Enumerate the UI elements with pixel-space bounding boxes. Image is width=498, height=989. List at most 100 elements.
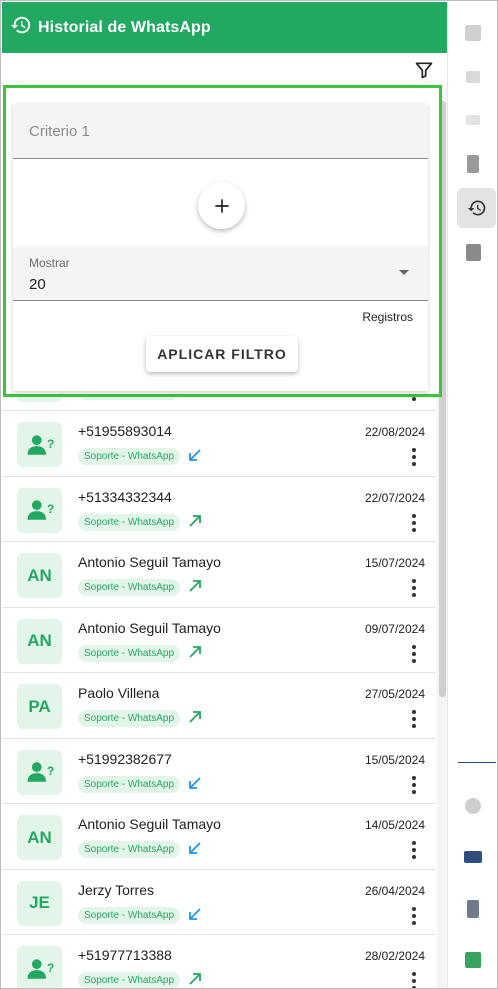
channel-tag: Soporte - WhatsApp bbox=[78, 972, 181, 988]
filter-panel: Criterio 1 Mostrar 20 Registros APLICAR … bbox=[3, 85, 442, 397]
show-label: Mostrar bbox=[29, 256, 70, 270]
conversation-list: Soporte - WhatsApp? +51955893014 Soporte -… bbox=[2, 346, 436, 988]
app-frame: Historial de WhatsApp Soporte - WhatsApp… bbox=[0, 0, 498, 989]
more-options-icon[interactable] bbox=[409, 513, 419, 532]
app-icon bbox=[465, 952, 481, 968]
rail-item-9[interactable] bbox=[459, 895, 487, 923]
channel-tag: Soporte - WhatsApp bbox=[78, 841, 181, 858]
more-options-icon[interactable] bbox=[409, 906, 419, 925]
unknown-user-icon: ? bbox=[17, 749, 62, 795]
message-date: 15/07/2024 bbox=[364, 556, 425, 570]
rail-item-6[interactable] bbox=[459, 238, 487, 266]
app-icon bbox=[465, 25, 481, 41]
contact-name: +51977713388 bbox=[78, 947, 172, 963]
rail-item-8[interactable] bbox=[459, 843, 487, 871]
app-icon bbox=[467, 155, 479, 173]
contact-name: Paolo Villena bbox=[78, 685, 160, 701]
list-item[interactable]: ? +51977713388 Soporte - WhatsApp 28/02/202… bbox=[2, 935, 436, 988]
incoming-arrow-icon bbox=[188, 907, 202, 921]
app-icon bbox=[465, 798, 481, 814]
list-item[interactable]: ? +51992382677 Soporte - WhatsApp 15/05/202… bbox=[2, 739, 436, 804]
message-date: 22/07/2024 bbox=[364, 490, 425, 505]
avatar: PA bbox=[17, 684, 62, 729]
channel-tag: Soporte - WhatsApp bbox=[78, 513, 181, 531]
add-criteria-button[interactable] bbox=[198, 182, 245, 229]
contact-name: +51955893014 bbox=[78, 423, 172, 439]
page-title: Historial de WhatsApp bbox=[38, 18, 211, 36]
rail-item-3[interactable] bbox=[459, 106, 487, 134]
svg-text:?: ? bbox=[47, 764, 54, 778]
channel-tag: Soporte - WhatsApp bbox=[78, 710, 181, 727]
show-value: 20 bbox=[29, 276, 46, 293]
more-options-icon[interactable] bbox=[409, 579, 419, 597]
side-rail bbox=[447, 2, 497, 988]
message-date: 27/05/2024 bbox=[364, 687, 425, 701]
more-options-icon[interactable] bbox=[409, 972, 419, 988]
incoming-arrow-icon bbox=[188, 448, 202, 462]
unknown-user-icon: ? bbox=[17, 422, 62, 467]
contact-name: Jerzy Torres bbox=[78, 881, 154, 898]
avatar: JE bbox=[17, 880, 62, 926]
svg-text:?: ? bbox=[47, 437, 54, 451]
rail-item-7[interactable] bbox=[459, 792, 487, 820]
contact-name: Antonio Seguil Tamayo bbox=[78, 816, 221, 832]
channel-tag: Soporte - WhatsApp bbox=[78, 448, 181, 465]
channel-tag: Soporte - WhatsApp bbox=[78, 579, 181, 596]
rail-item-2[interactable] bbox=[459, 63, 487, 91]
contact-name: Antonio Seguil Tamayo bbox=[78, 619, 221, 636]
app-header: Historial de WhatsApp bbox=[2, 2, 447, 53]
outgoing-arrow-icon bbox=[188, 710, 202, 724]
contact-name: +51992382677 bbox=[78, 750, 172, 767]
avatar: AN bbox=[17, 618, 62, 664]
incoming-arrow-icon bbox=[188, 776, 202, 790]
app-icon bbox=[466, 115, 480, 125]
avatar: AN bbox=[17, 815, 62, 860]
channel-tag: Soporte - WhatsApp bbox=[78, 644, 181, 662]
rail-item-1[interactable] bbox=[459, 19, 487, 47]
show-select[interactable]: Mostrar 20 bbox=[13, 246, 428, 301]
list-item[interactable]: ? +51334332344 Soporte - WhatsApp 22/07/202… bbox=[2, 477, 436, 542]
outgoing-arrow-icon bbox=[188, 972, 202, 986]
avatar: AN bbox=[17, 553, 62, 598]
contact-name: +51334332344 bbox=[78, 488, 172, 505]
outgoing-arrow-icon bbox=[188, 514, 202, 528]
message-date: 15/05/2024 bbox=[364, 752, 425, 767]
more-options-icon[interactable] bbox=[409, 710, 419, 728]
outgoing-arrow-icon bbox=[188, 645, 202, 659]
more-options-icon[interactable] bbox=[409, 448, 419, 466]
message-date: 09/07/2024 bbox=[364, 621, 425, 636]
contact-name: Antonio Seguil Tamayo bbox=[78, 554, 221, 570]
list-item[interactable]: AN Antonio Seguil Tamayo Soporte - WhatsAp… bbox=[2, 542, 436, 608]
list-item[interactable]: PA Paolo Villena Soporte - WhatsApp 27/05/2… bbox=[2, 673, 436, 739]
list-item[interactable]: AN Antonio Seguil Tamayo Soporte - WhatsAp… bbox=[2, 804, 436, 870]
message-date: 26/04/2024 bbox=[364, 883, 425, 898]
filter-button[interactable] bbox=[411, 57, 437, 83]
plus-icon bbox=[214, 198, 229, 213]
unknown-user-icon: ? bbox=[17, 946, 62, 988]
criteria-input[interactable]: Criterio 1 bbox=[13, 103, 428, 159]
app-icon bbox=[465, 243, 481, 261]
rail-item-4[interactable] bbox=[459, 150, 487, 178]
svg-text:?: ? bbox=[47, 502, 54, 516]
svg-text:?: ? bbox=[47, 961, 54, 975]
channel-tag: Soporte - WhatsApp bbox=[78, 775, 181, 793]
more-options-icon[interactable] bbox=[409, 841, 419, 859]
records-label: Registros bbox=[362, 310, 413, 324]
message-date: 22/08/2024 bbox=[364, 425, 425, 439]
app-icon bbox=[467, 900, 479, 918]
message-date: 28/02/2024 bbox=[364, 949, 425, 963]
filter-card: Criterio 1 Mostrar 20 Registros APLICAR … bbox=[13, 103, 428, 391]
rail-item-history[interactable] bbox=[457, 188, 496, 228]
list-item[interactable]: AN Antonio Seguil Tamayo Soporte - WhatsAp… bbox=[2, 608, 436, 673]
list-item[interactable]: ? +51955893014 Soporte - WhatsApp 22/08/202… bbox=[2, 411, 436, 477]
list-item[interactable]: JE Jerzy Torres Soporte - WhatsApp 26/04/20… bbox=[2, 870, 436, 935]
message-date: 14/05/2024 bbox=[364, 818, 425, 832]
history-icon bbox=[10, 14, 32, 41]
more-options-icon[interactable] bbox=[409, 775, 419, 794]
rail-divider bbox=[458, 762, 496, 763]
more-options-icon[interactable] bbox=[409, 644, 419, 663]
rail-item-10[interactable] bbox=[459, 946, 487, 974]
apply-filter-button[interactable]: APLICAR FILTRO bbox=[146, 336, 298, 372]
app-icon bbox=[466, 71, 480, 83]
outgoing-arrow-icon bbox=[188, 579, 202, 593]
